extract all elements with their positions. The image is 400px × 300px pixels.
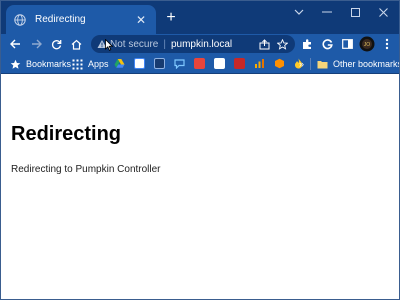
bookmark-site-icon[interactable] <box>154 58 165 69</box>
tab-title: Redirecting <box>35 14 86 25</box>
tab-strip: Redirecting ✕ + <box>1 1 399 34</box>
chevron-down-icon[interactable] <box>285 1 313 23</box>
bar-chart-icon[interactable] <box>254 58 265 69</box>
tab-redirecting[interactable]: Redirecting ✕ <box>6 5 156 34</box>
toolbar: Not secure | pumpkin.local JO <box>1 34 399 54</box>
forward-icon[interactable] <box>27 35 45 53</box>
address-bar[interactable]: Not secure | pumpkin.local <box>91 35 295 53</box>
bookmarks-bar: Bookmarks Apps » Other bookmarks <box>1 54 399 74</box>
bookmark-bookmarks[interactable]: Bookmarks <box>10 57 71 71</box>
close-icon[interactable] <box>369 1 397 23</box>
side-panel-icon[interactable] <box>338 35 356 53</box>
maximize-icon[interactable] <box>341 1 369 23</box>
svg-text:JO: JO <box>364 42 371 48</box>
more-icon[interactable] <box>378 35 396 53</box>
omnibox-separator: | <box>163 38 166 50</box>
redirect-message: Redirecting to Pumpkin Controller <box>11 164 161 175</box>
apps-grid-icon <box>72 59 83 69</box>
share-icon[interactable] <box>257 37 271 51</box>
reload-icon[interactable] <box>47 35 65 53</box>
overflow-chevron-icon: » <box>299 59 305 69</box>
box-icon[interactable] <box>274 58 285 69</box>
page-heading: Redirecting <box>11 123 122 145</box>
bookmark-site-icon[interactable] <box>194 58 205 69</box>
bookmark-apps[interactable]: Apps <box>72 57 109 71</box>
star-icon <box>10 59 21 69</box>
g-icon[interactable] <box>318 35 336 53</box>
page-content: Redirecting Redirecting to Pumpkin Contr… <box>1 75 399 299</box>
mouse-cursor-icon <box>105 39 113 51</box>
tab-close-icon[interactable]: ✕ <box>134 13 148 27</box>
bookmark-site-icon[interactable] <box>214 58 225 69</box>
other-bookmarks[interactable]: Other bookmarks <box>317 57 400 71</box>
new-tab-button[interactable]: + <box>162 9 180 27</box>
security-label[interactable]: Not secure <box>110 39 158 50</box>
chat-icon[interactable] <box>174 58 185 69</box>
bookmark-label: Apps <box>88 59 109 69</box>
google-drive-icon[interactable] <box>114 58 125 69</box>
back-icon[interactable] <box>6 35 24 53</box>
extensions-icon[interactable] <box>298 35 316 53</box>
profile-avatar[interactable]: JO <box>358 35 376 53</box>
bookmark-star-icon[interactable] <box>275 37 289 51</box>
globe-icon <box>14 13 26 26</box>
bookmark-site-icon[interactable] <box>134 58 145 69</box>
url-text[interactable]: pumpkin.local <box>171 39 253 50</box>
bookmark-site-icon[interactable] <box>234 58 245 69</box>
browser-window: Redirecting ✕ + Not secure | pumpkin.loc… <box>0 0 400 300</box>
folder-icon <box>317 60 328 68</box>
home-icon[interactable] <box>67 35 85 53</box>
bookmarks-overflow[interactable]: » <box>299 57 304 71</box>
bookmarks-divider <box>310 58 311 70</box>
bookmark-label: Bookmarks <box>26 59 72 69</box>
other-bookmarks-label: Other bookmarks <box>333 59 400 69</box>
minimize-icon[interactable] <box>313 1 341 23</box>
